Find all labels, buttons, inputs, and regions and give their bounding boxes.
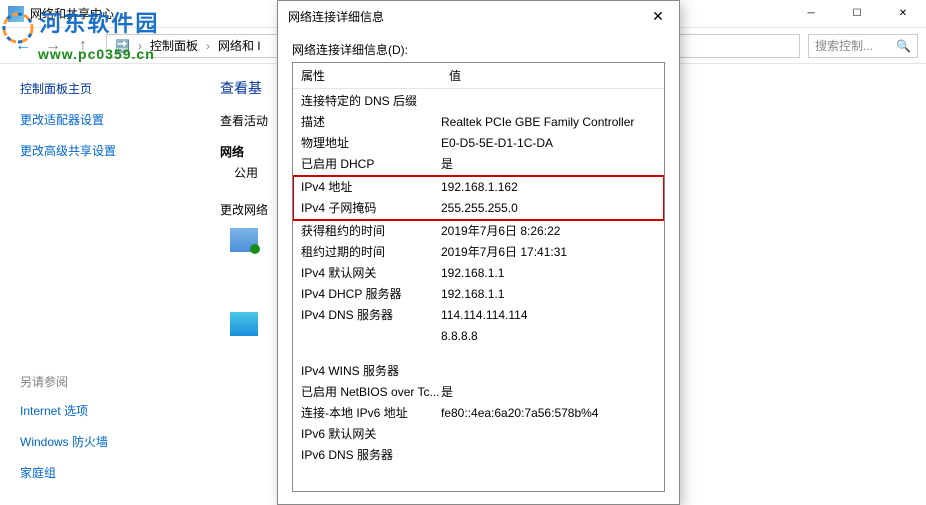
property-name: IPv4 WINS 服务器 xyxy=(301,363,441,380)
table-row[interactable]: 连接-本地 IPv6 地址fe80::4ea:6a20:7a56:578b%4 xyxy=(293,403,664,424)
sidebar-link-internet[interactable]: Internet 选项 xyxy=(20,402,180,419)
property-value: 是 xyxy=(441,384,656,401)
table-row[interactable]: 物理地址E0-D5-5E-D1-1C-DA xyxy=(293,133,664,154)
dialog-title: 网络连接详细信息 xyxy=(288,8,384,25)
property-value: 2019年7月6日 17:41:31 xyxy=(441,244,656,261)
property-value xyxy=(441,447,656,464)
property-name: IPv4 地址 xyxy=(301,179,441,196)
property-value: 是 xyxy=(441,156,656,173)
window-controls: ─ ☐ ✕ xyxy=(788,0,926,28)
minimize-button[interactable]: ─ xyxy=(788,0,834,28)
maximize-button[interactable]: ☐ xyxy=(834,0,880,28)
details-label: 网络连接详细信息(D): xyxy=(292,41,665,58)
table-body: 连接特定的 DNS 后缀描述Realtek PCIe GBE Family Co… xyxy=(293,89,664,468)
table-row[interactable]: IPv4 子网掩码255.255.255.0 xyxy=(294,198,663,219)
sidebar-link-firewall[interactable]: Windows 防火墙 xyxy=(20,433,180,450)
property-name: IPv4 DHCP 服务器 xyxy=(301,286,441,303)
property-name: 已启用 DHCP xyxy=(301,156,441,173)
property-name: IPv4 DNS 服务器 xyxy=(301,307,441,324)
property-value: 192.168.1.1 xyxy=(441,286,656,303)
table-row[interactable]: 连接特定的 DNS 后缀 xyxy=(293,91,664,112)
property-name: 获得租约的时间 xyxy=(301,223,441,240)
property-name: 物理地址 xyxy=(301,135,441,152)
property-value xyxy=(441,93,656,110)
breadcrumb-item[interactable]: 控制面板 xyxy=(146,37,202,54)
table-row[interactable]: 已启用 NetBIOS over Tc...是 xyxy=(293,382,664,403)
window-icon xyxy=(8,6,24,22)
table-row[interactable]: 描述Realtek PCIe GBE Family Controller xyxy=(293,112,664,133)
property-name: IPv6 默认网关 xyxy=(301,426,441,443)
back-button[interactable]: ← xyxy=(8,32,38,60)
sidebar-link-sharing[interactable]: 更改高级共享设置 xyxy=(20,142,180,159)
sidebar-title[interactable]: 控制面板主页 xyxy=(20,80,180,97)
up-button[interactable]: ↑ xyxy=(68,32,98,60)
table-row[interactable]: IPv6 默认网关 xyxy=(293,424,664,445)
close-button[interactable]: ✕ xyxy=(880,0,926,28)
table-row[interactable]: IPv4 DHCP 服务器192.168.1.1 xyxy=(293,284,664,305)
table-row[interactable]: 8.8.8.8 xyxy=(293,326,664,347)
dialog-close-button[interactable]: ✕ xyxy=(637,1,679,31)
property-name: 连接-本地 IPv6 地址 xyxy=(301,405,441,422)
property-name: IPv4 子网掩码 xyxy=(301,200,441,217)
property-name xyxy=(301,328,441,345)
forward-button[interactable]: → xyxy=(38,32,68,60)
adapter-icon xyxy=(230,228,258,252)
window-title: 网络和共享中心 xyxy=(30,5,114,22)
header-value[interactable]: 值 xyxy=(441,63,664,88)
search-icon: 🔍 xyxy=(896,39,911,53)
header-property[interactable]: 属性 xyxy=(293,63,441,88)
properties-table: 属性 值 连接特定的 DNS 后缀描述Realtek PCIe GBE Fami… xyxy=(292,62,665,492)
property-name: 描述 xyxy=(301,114,441,131)
property-value: 192.168.1.1 xyxy=(441,265,656,282)
table-row[interactable]: 获得租约的时间2019年7月6日 8:26:22 xyxy=(293,221,664,242)
property-value: E0-D5-5E-D1-1C-DA xyxy=(441,135,656,152)
property-name: 连接特定的 DNS 后缀 xyxy=(301,93,441,110)
property-value: 8.8.8.8 xyxy=(441,328,656,345)
property-name: 已启用 NetBIOS over Tc... xyxy=(301,384,441,401)
property-value: 114.114.114.114 xyxy=(441,307,656,324)
property-value: 255.255.255.0 xyxy=(441,200,656,217)
breadcrumb-item[interactable]: 网络和 I xyxy=(214,37,265,54)
table-row[interactable]: 租约过期的时间2019年7月6日 17:41:31 xyxy=(293,242,664,263)
property-name: 租约过期的时间 xyxy=(301,244,441,261)
property-value: Realtek PCIe GBE Family Controller xyxy=(441,114,656,131)
dialog-titlebar: 网络连接详细信息 ✕ xyxy=(278,1,679,31)
property-value: 2019年7月6日 8:26:22 xyxy=(441,223,656,240)
table-row[interactable]: 已启用 DHCP是 xyxy=(293,154,664,175)
property-name: IPv4 默认网关 xyxy=(301,265,441,282)
sidebar: 控制面板主页 更改适配器设置 更改高级共享设置 另请参阅 Internet 选项… xyxy=(0,64,200,505)
property-value: 192.168.1.162 xyxy=(441,179,656,196)
property-value xyxy=(441,363,656,380)
search-input[interactable]: 搜索控制... 🔍 xyxy=(808,34,918,58)
see-also-title: 另请参阅 xyxy=(20,373,180,390)
sidebar-link-homegroup[interactable]: 家庭组 xyxy=(20,464,180,481)
table-row[interactable]: IPv4 DNS 服务器114.114.114.114 xyxy=(293,305,664,326)
adapter-icon xyxy=(230,312,258,336)
property-value xyxy=(441,426,656,443)
table-row[interactable]: IPv4 默认网关192.168.1.1 xyxy=(293,263,664,284)
table-header: 属性 值 xyxy=(293,63,664,89)
sidebar-link-adapter[interactable]: 更改适配器设置 xyxy=(20,111,180,128)
network-details-dialog: 网络连接详细信息 ✕ 网络连接详细信息(D): 属性 值 连接特定的 DNS 后… xyxy=(277,0,680,505)
dialog-body: 网络连接详细信息(D): 属性 值 连接特定的 DNS 后缀描述Realtek … xyxy=(278,31,679,502)
table-row[interactable]: IPv4 地址192.168.1.162 xyxy=(294,177,663,198)
property-value: fe80::4ea:6a20:7a56:578b%4 xyxy=(441,405,656,422)
property-name: IPv6 DNS 服务器 xyxy=(301,447,441,464)
table-row[interactable]: IPv4 WINS 服务器 xyxy=(293,361,664,382)
table-row[interactable]: IPv6 DNS 服务器 xyxy=(293,445,664,466)
highlighted-rows: IPv4 地址192.168.1.162IPv4 子网掩码255.255.255… xyxy=(292,175,665,221)
